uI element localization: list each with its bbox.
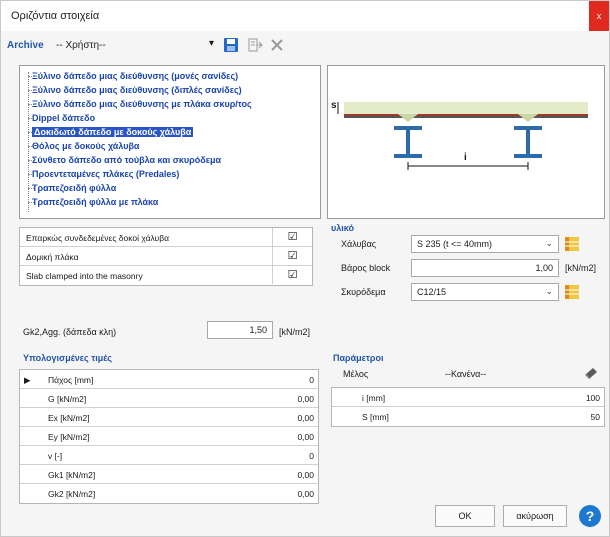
archive-dropdown-icon[interactable]: ▾: [209, 38, 214, 49]
window-title: Οριζόντια στοιχεία: [11, 10, 100, 22]
table-row[interactable]: v [-] 0: [20, 446, 318, 465]
tree-item[interactable]: Σύνθετο δάπεδο από τούβλα και σκυρόδεμα: [32, 155, 221, 165]
member-value: --Κανένα--: [445, 369, 487, 379]
material-group-title: υλικό: [331, 223, 354, 233]
option-label: Επαρκώς συνδεδεμένες δοκοί χάλυβα: [26, 233, 170, 243]
delete-icon[interactable]: [269, 37, 285, 53]
table-row[interactable]: ▶ Πάχος [mm] 0: [20, 370, 318, 389]
gk2-unit: [kN/m2]: [279, 327, 311, 337]
table-row[interactable]: Gk1 [kN/m2] 0,00: [20, 465, 318, 484]
chevron-down-icon: ⌄: [545, 286, 553, 296]
close-button[interactable]: x: [589, 1, 609, 31]
cancel-button[interactable]: ακύρωση: [503, 505, 567, 527]
tree-item[interactable]: Θόλος με δοκούς χάλυβα: [32, 141, 139, 151]
archive-label: Archive: [7, 40, 44, 51]
calculated-group-title: Υπολογισμένες τιμές: [23, 353, 112, 363]
tree-item[interactable]: Ξύλινο δάπεδο μιας διεύθυνσης (μονές σαν…: [32, 71, 238, 81]
save-icon[interactable]: [223, 37, 239, 53]
steel-label: Χάλυβας: [341, 239, 377, 249]
thickness-label: s: [331, 100, 337, 111]
option-checkbox[interactable]: ☑: [272, 247, 312, 265]
material-table-icon[interactable]: [564, 284, 580, 300]
steel-select[interactable]: S 235 (t <= 40mm) ⌄: [411, 235, 559, 253]
option-label: Δομική πλάκα: [26, 252, 79, 262]
chevron-down-icon: ⌄: [545, 238, 553, 248]
spacing-label: i: [464, 152, 467, 163]
help-icon[interactable]: ?: [579, 505, 601, 527]
option-row: Slab clamped into the masonry ☑: [20, 266, 312, 285]
tree-connector: [28, 72, 29, 212]
tree-item[interactable]: Ξύλινο δάπεδο μιας διεύθυνσης (διπλές σα…: [32, 85, 242, 95]
table-row[interactable]: i [mm] 100: [332, 388, 604, 407]
table-row[interactable]: Gk2 [kN/m2] 0,00: [20, 484, 318, 503]
block-weight-unit: [kN/m2]: [565, 263, 597, 273]
options-table: Επαρκώς συνδεδεμένες δοκοί χάλυβα ☑ Δομι…: [19, 227, 313, 286]
section-preview: s i: [327, 65, 605, 219]
title-bar: Οριζόντια στοιχεία x: [1, 1, 609, 31]
steel-value: S 235 (t <= 40mm): [417, 239, 493, 249]
block-weight-label: Βάρος block: [341, 263, 391, 273]
tree-item[interactable]: Τραπεζοειδή φύλλα: [32, 183, 116, 193]
gk2-label: Gk2,Agg. (δάπεδα κλη): [23, 327, 117, 337]
table-row[interactable]: S [mm] 50: [332, 407, 604, 426]
material-table-icon[interactable]: [564, 236, 580, 252]
book-icon[interactable]: [583, 365, 599, 381]
option-row: Δομική πλάκα ☑: [20, 247, 312, 266]
option-checkbox[interactable]: ☑: [272, 266, 312, 284]
table-row[interactable]: Ex [kN/m2] 0,00: [20, 408, 318, 427]
dialog-window: Οριζόντια στοιχεία x Archive -- Χρήστη--…: [0, 0, 610, 537]
concrete-value: C12/15: [417, 287, 447, 297]
tree-item[interactable]: Προεντεταμένες πλάκες (Predales): [32, 169, 179, 179]
floor-type-tree: Ξύλινο δάπεδο μιας διεύθυνσης (μονές σαν…: [19, 65, 321, 219]
table-row[interactable]: Ey [kN/m2] 0,00: [20, 427, 318, 446]
tree-item[interactable]: Ξύλινο δάπεδο μιας διεύθυνσης με πλάκα σ…: [32, 99, 252, 109]
tree-item[interactable]: Τραπεζοειδή φύλλα με πλάκα: [32, 197, 158, 207]
tree-item-selected[interactable]: Δοκιδωτό δάπεδο με δοκούς χάλυβα: [32, 127, 194, 137]
concrete-label: Σκυρόδεμα: [341, 287, 386, 297]
toolbar: Archive -- Χρήστη-- ▾: [1, 35, 601, 57]
block-weight-input[interactable]: 1,00: [411, 259, 559, 277]
tree-item[interactable]: Dippel δάπεδο: [32, 113, 95, 123]
option-row: Επαρκώς συνδεδεμένες δοκοί χάλυβα ☑: [20, 228, 312, 247]
member-label: Μέλος: [343, 369, 369, 379]
calculated-table: ▶ Πάχος [mm] 0 G [kN/m2] 0,00 Ex [kN/m2] 0,0…: [19, 369, 319, 504]
parameters-group-title: Παράμετροι: [333, 353, 384, 363]
gk2-input[interactable]: 1,50: [207, 321, 273, 339]
table-row[interactable]: G [kN/m2] 0,00: [20, 389, 318, 408]
option-checkbox[interactable]: ☑: [272, 228, 312, 246]
archive-select[interactable]: -- Χρήστη--: [56, 40, 106, 51]
parameters-table: i [mm] 100 S [mm] 50: [331, 387, 605, 427]
slab-section-drawing: [337, 102, 588, 170]
concrete-select[interactable]: C12/15 ⌄: [411, 283, 559, 301]
ok-button[interactable]: OK: [435, 505, 495, 527]
export-icon[interactable]: [247, 37, 263, 53]
option-label: Slab clamped into the masonry: [26, 271, 143, 281]
